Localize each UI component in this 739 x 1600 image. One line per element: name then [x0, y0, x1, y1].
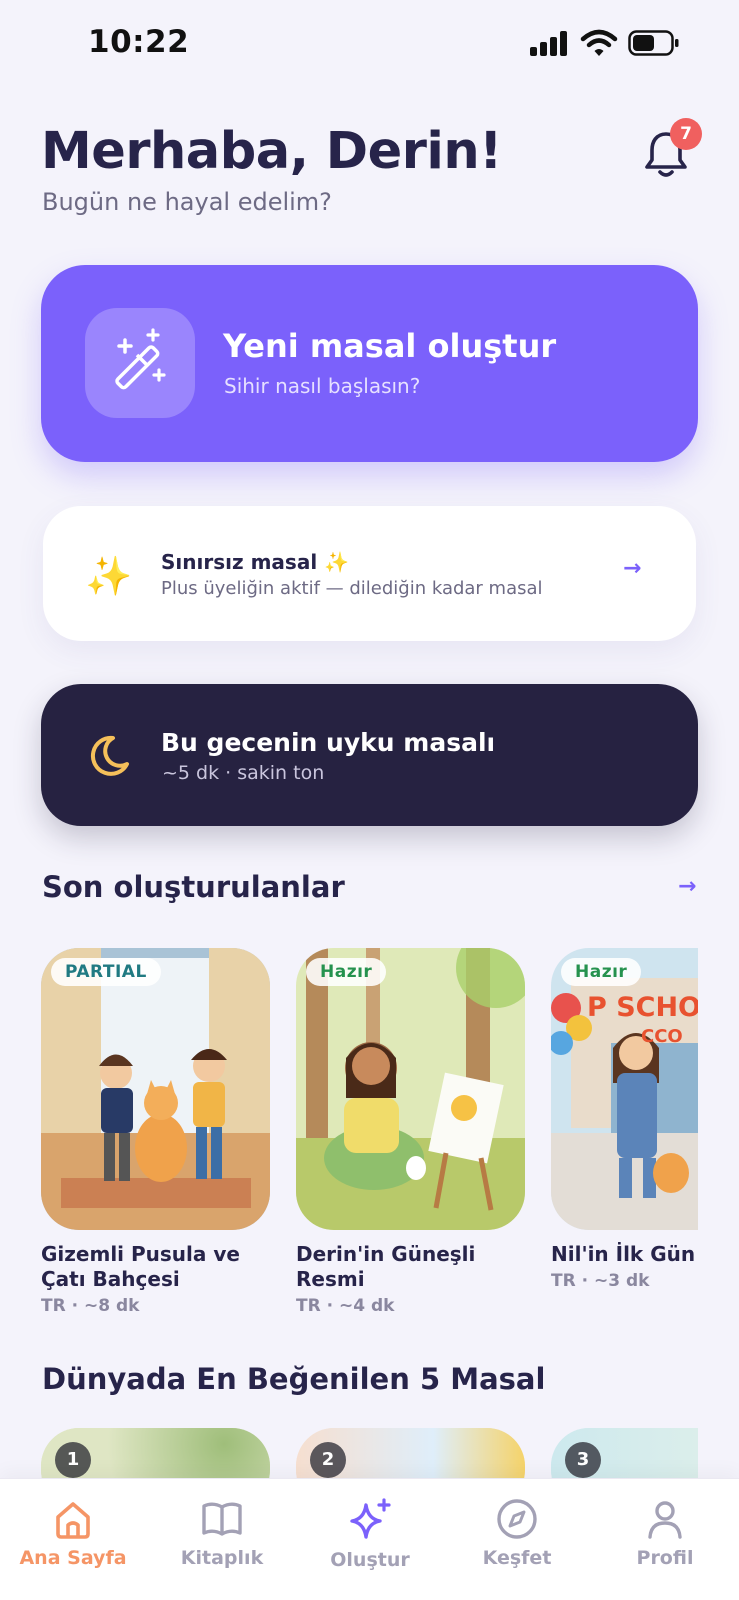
story-meta: TR · ~4 dk	[296, 1296, 525, 1316]
bottom-tab-bar: Ana Sayfa Kitaplık Oluştur Keşfet Profil	[0, 1478, 739, 1600]
moon-icon	[90, 735, 129, 776]
book-icon	[202, 1502, 242, 1536]
story-status-badge: Hazır	[561, 958, 642, 986]
story-status-badge: Hazır	[306, 958, 387, 986]
story-cover-image: Hazır	[296, 948, 525, 1230]
story-language: TR	[296, 1296, 321, 1316]
greeting-title: Merhaba, Derin!	[41, 122, 502, 181]
story-title-line: Derin'in Güneşli	[296, 1242, 476, 1266]
bedtime-subtitle: ~5 dk · sakin ton	[162, 762, 325, 784]
story-title-line: Resmi	[296, 1267, 365, 1291]
create-story-card[interactable]: Yeni masal oluştur Sihir nasıl başlasın?	[41, 265, 698, 462]
story-duration: · ~8 dk	[71, 1296, 140, 1316]
tab-profile[interactable]: Profil	[600, 1497, 730, 1569]
recent-stories-carousel[interactable]: PARTIAL Gizemli Pusula ve Çatı Bahçesi T…	[41, 948, 698, 1328]
recent-see-all-arrow[interactable]: →	[678, 874, 696, 899]
unlimited-title: Sınırsız masal ✨	[161, 550, 349, 574]
story-meta: TR · ~3 dk	[551, 1271, 698, 1291]
magic-wand-icon	[85, 308, 195, 418]
story-title-line: Gizemli Pusula ve	[41, 1242, 240, 1266]
tab-create[interactable]: Oluştur	[305, 1497, 435, 1571]
story-meta: TR · ~8 dk	[41, 1296, 270, 1316]
home-screen: 10:22 Merhaba, Derin! Bugün ne hayal ede…	[0, 0, 739, 1600]
top-stories-title: Dünyada En Beğenilen 5 Masal	[42, 1362, 546, 1396]
story-duration: · ~4 dk	[326, 1296, 395, 1316]
story-language: TR	[551, 1271, 576, 1291]
recent-section-title: Son oluşturulanlar	[42, 870, 345, 904]
story-title: Nil'in İlk Gün S	[551, 1242, 698, 1267]
top-stories-carousel[interactable]: 1 2 3	[41, 1428, 698, 1478]
profile-icon	[648, 1501, 682, 1539]
story-cover-image: PARTIAL	[41, 948, 270, 1230]
wifi-icon	[580, 29, 618, 56]
story-title-line: Çatı Bahçesi	[41, 1267, 180, 1291]
tab-home[interactable]: Ana Sayfa	[8, 1497, 138, 1569]
create-story-subtitle: Sihir nasıl başlasın?	[224, 374, 421, 398]
greeting-subtitle: Bugün ne hayal edelim?	[42, 188, 332, 216]
rank-badge: 2	[310, 1442, 346, 1478]
tab-label: Kitaplık	[180, 1547, 264, 1569]
unlimited-title-text: Sınırsız masal	[161, 550, 318, 574]
story-status-badge: PARTIAL	[51, 958, 161, 986]
tab-library[interactable]: Kitaplık	[157, 1497, 287, 1569]
tab-label: Ana Sayfa	[19, 1547, 127, 1569]
unlimited-subtitle: Plus üyeliğin aktif — dilediğin kadar ma…	[161, 578, 543, 599]
bedtime-title: Bu gecenin uyku masalı	[161, 728, 496, 757]
tab-label: Oluştur	[330, 1549, 410, 1571]
status-bar: 10:22	[0, 0, 739, 90]
top-story-card[interactable]: 2	[296, 1428, 525, 1478]
story-title-line: Nil'in İlk Gün S	[551, 1242, 698, 1266]
sparkle-create-icon	[350, 1498, 391, 1539]
battery-icon	[628, 30, 679, 56]
compass-icon	[497, 1499, 537, 1539]
story-card[interactable]: P SCHO CCO Hazır Nil'in İlk Gün S TR · ~…	[551, 948, 698, 1291]
story-title: Derin'in Güneşli Resmi	[296, 1242, 525, 1292]
tab-label: Keşfet	[482, 1547, 552, 1569]
rank-badge: 3	[565, 1442, 601, 1478]
rank-badge: 1	[55, 1442, 91, 1478]
notification-badge: 7	[670, 118, 702, 150]
sparkle-emoji: ✨	[324, 550, 350, 574]
home-icon	[56, 1502, 90, 1539]
school-sign-text: P SCHO	[587, 992, 698, 1023]
story-card[interactable]: Hazır Derin'in Güneşli Resmi TR · ~4 dk	[296, 948, 525, 1316]
unlimited-plus-card[interactable]: ✨ Sınırsız masal ✨ Plus üyeliğin aktif —…	[43, 506, 696, 641]
arrow-right-icon[interactable]: →	[623, 556, 641, 581]
story-duration: · ~3 dk	[581, 1271, 650, 1291]
bedtime-story-card[interactable]: Bu gecenin uyku masalı ~5 dk · sakin ton	[41, 684, 698, 826]
create-story-title: Yeni masal oluştur	[223, 327, 557, 365]
top-story-card[interactable]: 1	[41, 1428, 270, 1478]
cellular-signal-icon	[530, 30, 570, 56]
top-story-card[interactable]: 3	[551, 1428, 698, 1478]
status-time: 10:22	[88, 24, 190, 60]
story-language: TR	[41, 1296, 66, 1316]
tab-label: Profil	[636, 1547, 694, 1569]
school-sign-text-2: CCO	[641, 1026, 683, 1047]
story-card[interactable]: PARTIAL Gizemli Pusula ve Çatı Bahçesi T…	[41, 948, 270, 1316]
tab-discover[interactable]: Keşfet	[452, 1497, 582, 1569]
story-title: Gizemli Pusula ve Çatı Bahçesi	[41, 1242, 270, 1292]
story-cover-image: P SCHO CCO Hazır	[551, 948, 698, 1230]
sparkles-icon: ✨	[85, 554, 133, 598]
